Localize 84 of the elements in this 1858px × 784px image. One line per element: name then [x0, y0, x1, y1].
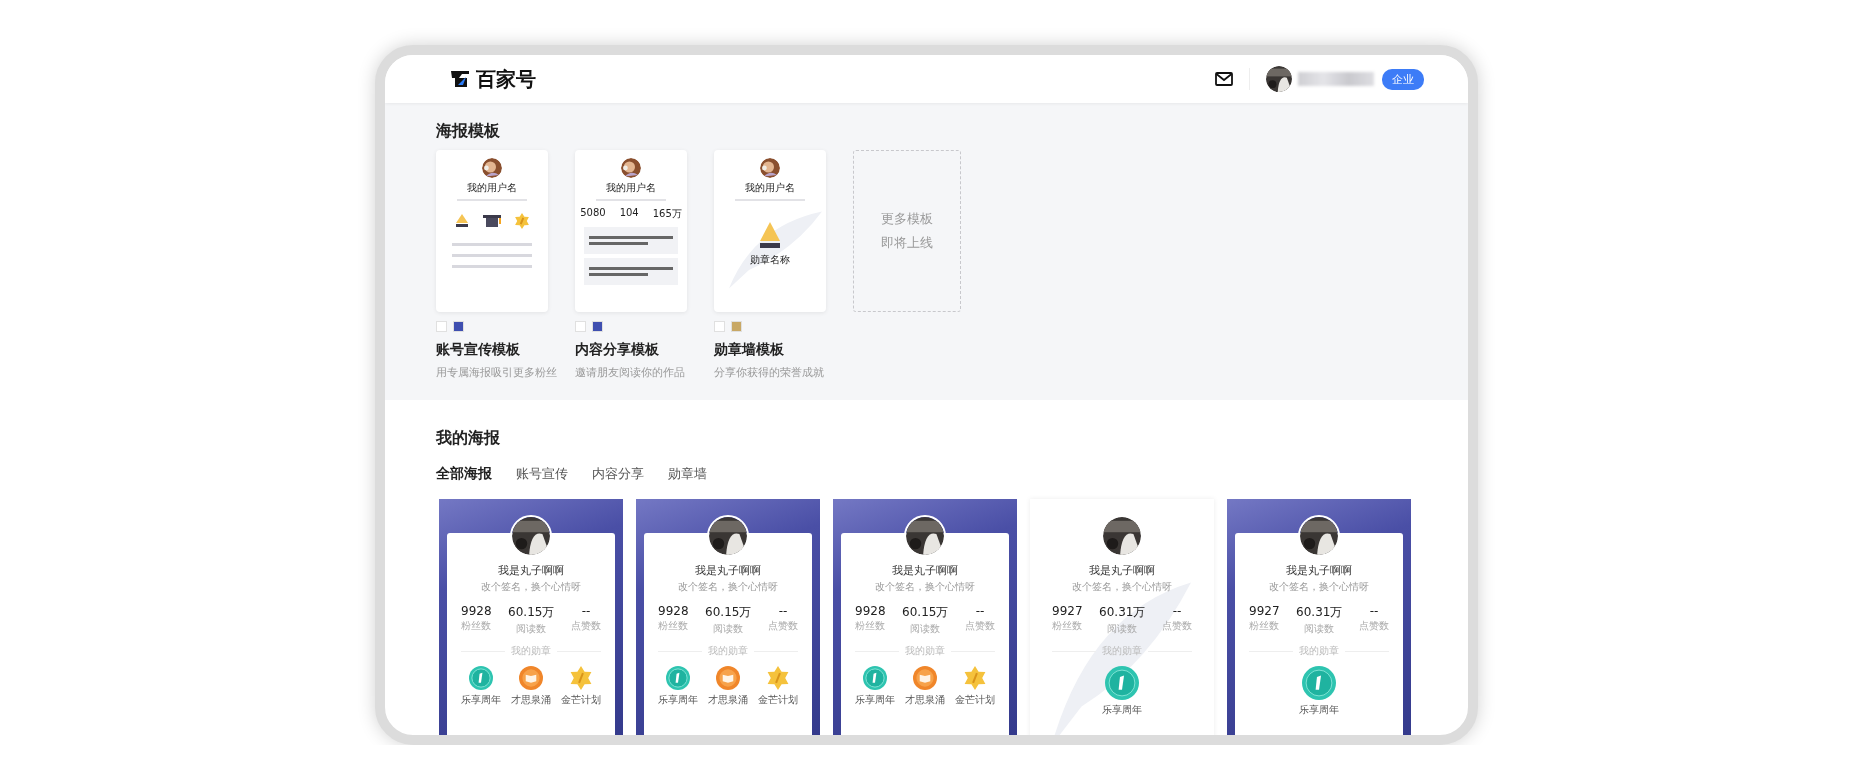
medal-heading: 我的勋章: [1299, 644, 1339, 658]
stat-label: 点赞数: [1359, 619, 1389, 633]
template-preview-card[interactable]: 我的用户名: [436, 150, 548, 312]
stat-value: 9928: [461, 604, 492, 618]
medal-label: 才思泉涌: [708, 693, 748, 707]
stat-label: 点赞数: [571, 619, 601, 633]
medal-heading: 我的勋章: [708, 644, 748, 658]
poster-signature: 改个签名，换个心情呀: [1072, 580, 1172, 594]
poster-username: 我是丸子啊啊: [695, 563, 761, 578]
stat-value: 60.31万: [1099, 604, 1146, 621]
preview-username: 我的用户名: [745, 181, 795, 195]
stat-value: --: [1369, 604, 1379, 618]
medal-label: 金芒计划: [955, 693, 995, 707]
poster-signature: 改个签名，换个心情呀: [481, 580, 581, 594]
section-title: 我的海报: [436, 428, 501, 449]
stat-label: 粉丝数: [658, 619, 689, 633]
filter-tab[interactable]: 全部海报: [436, 465, 492, 483]
medal-label: 乐享周年: [1299, 703, 1339, 717]
poster-username: 我是丸子啊啊: [498, 563, 564, 578]
stat-value: 9928: [855, 604, 886, 618]
stat-value: --: [1172, 604, 1182, 618]
stat-label: 点赞数: [1162, 619, 1192, 633]
section-title: 海报模板: [436, 121, 501, 142]
logo-text: 百家号: [476, 65, 536, 93]
filter-tab[interactable]: 账号宣传: [516, 465, 568, 483]
poster-username: 我是丸子啊啊: [892, 563, 958, 578]
poster-signature: 改个签名，换个心情呀: [678, 580, 778, 594]
stat-value: --: [581, 604, 591, 618]
filter-tab[interactable]: 勋章墙: [668, 465, 707, 483]
template-name: 勋章墙模板: [714, 341, 785, 359]
medal-label: 乐享周年: [461, 693, 501, 707]
poster-signature: 改个签名，换个心情呀: [875, 580, 975, 594]
poster-card[interactable]: 我是丸子啊啊 改个签名，换个心情呀 9928 粉丝数 60.15万 阅读数 -- 点赞数 我的勋章 乐享周年 才思泉涌 金芒计划: [636, 499, 820, 735]
stat-label: 阅读数: [516, 622, 547, 636]
stat-label: 粉丝数: [461, 619, 492, 633]
stat-label: 粉丝数: [1052, 619, 1083, 633]
template-description: 邀请朋友阅读你的作品: [575, 365, 686, 380]
stat-value: 165万: [652, 207, 682, 221]
poster-username: 我是丸子啊啊: [1286, 563, 1352, 578]
stat-value: --: [975, 604, 985, 618]
placeholder-text: 更多模板: [881, 210, 933, 228]
medal-label: 金芒计划: [561, 693, 601, 707]
filter-tab[interactable]: 内容分享: [592, 465, 644, 483]
medal-label: 乐享周年: [658, 693, 698, 707]
stat-value: 60.15万: [705, 604, 752, 621]
poster-signature: 改个签名，换个心情呀: [1269, 580, 1369, 594]
medal-label: 才思泉涌: [511, 693, 551, 707]
placeholder-text: 即将上线: [881, 234, 933, 252]
stat-label: 点赞数: [768, 619, 798, 633]
template-name: 内容分享模板: [575, 341, 660, 359]
medal-label: 乐享周年: [1102, 703, 1142, 717]
stat-value: 60.31万: [1296, 604, 1343, 621]
stat-label: 阅读数: [910, 622, 941, 636]
medal-heading: 我的勋章: [511, 644, 551, 658]
stat-value: 60.15万: [902, 604, 949, 621]
stat-value: 60.15万: [508, 604, 555, 621]
stat-value: 9927: [1249, 604, 1280, 618]
stat-value: --: [778, 604, 788, 618]
medal-label: 乐享周年: [855, 693, 895, 707]
stat-label: 阅读数: [1304, 622, 1335, 636]
stat-label: 粉丝数: [1249, 619, 1280, 633]
preview-username: 我的用户名: [606, 181, 656, 195]
stat-label: 阅读数: [1107, 622, 1138, 636]
stat-label: 粉丝数: [855, 619, 886, 633]
poster-card[interactable]: 我是丸子啊啊 改个签名，换个心情呀 9927 粉丝数 60.31万 阅读数 -- 点赞数 我的勋章 乐享周年: [1227, 499, 1411, 735]
template-preview-card[interactable]: 我的用户名 5080 104 165万: [575, 150, 687, 312]
poster-card[interactable]: 我是丸子啊啊 改个签名，换个心情呀 9928 粉丝数 60.15万 阅读数 -- 点赞数 我的勋章 乐享周年 才思泉涌 金芒计划: [833, 499, 1017, 735]
medal-name: 勋章名称: [750, 253, 790, 267]
stat-value: 9927: [1052, 604, 1083, 618]
poster-username: 我是丸子啊啊: [1089, 563, 1155, 578]
medal-heading: 我的勋章: [905, 644, 945, 658]
preview-username: 我的用户名: [467, 181, 517, 195]
account-type-badge: 企业: [1382, 68, 1424, 90]
template-description: 分享你获得的荣誉成就: [714, 365, 825, 380]
poster-card[interactable]: 我是丸子啊啊 改个签名，换个心情呀 9928 粉丝数 60.15万 阅读数 -- 点赞数 我的勋章 乐享周年 才思泉涌 金芒计划: [439, 499, 623, 735]
template-preview-card[interactable]: 我的用户名 勋章名称: [714, 150, 826, 312]
stat-value: 5080: [580, 207, 606, 220]
medal-label: 才思泉涌: [905, 693, 945, 707]
medal-label: 金芒计划: [758, 693, 798, 707]
stat-label: 点赞数: [965, 619, 995, 633]
template-name: 账号宣传模板: [436, 341, 521, 359]
stat-label: 阅读数: [713, 622, 744, 636]
stat-value: 104: [619, 207, 639, 220]
stat-value: 9928: [658, 604, 689, 618]
